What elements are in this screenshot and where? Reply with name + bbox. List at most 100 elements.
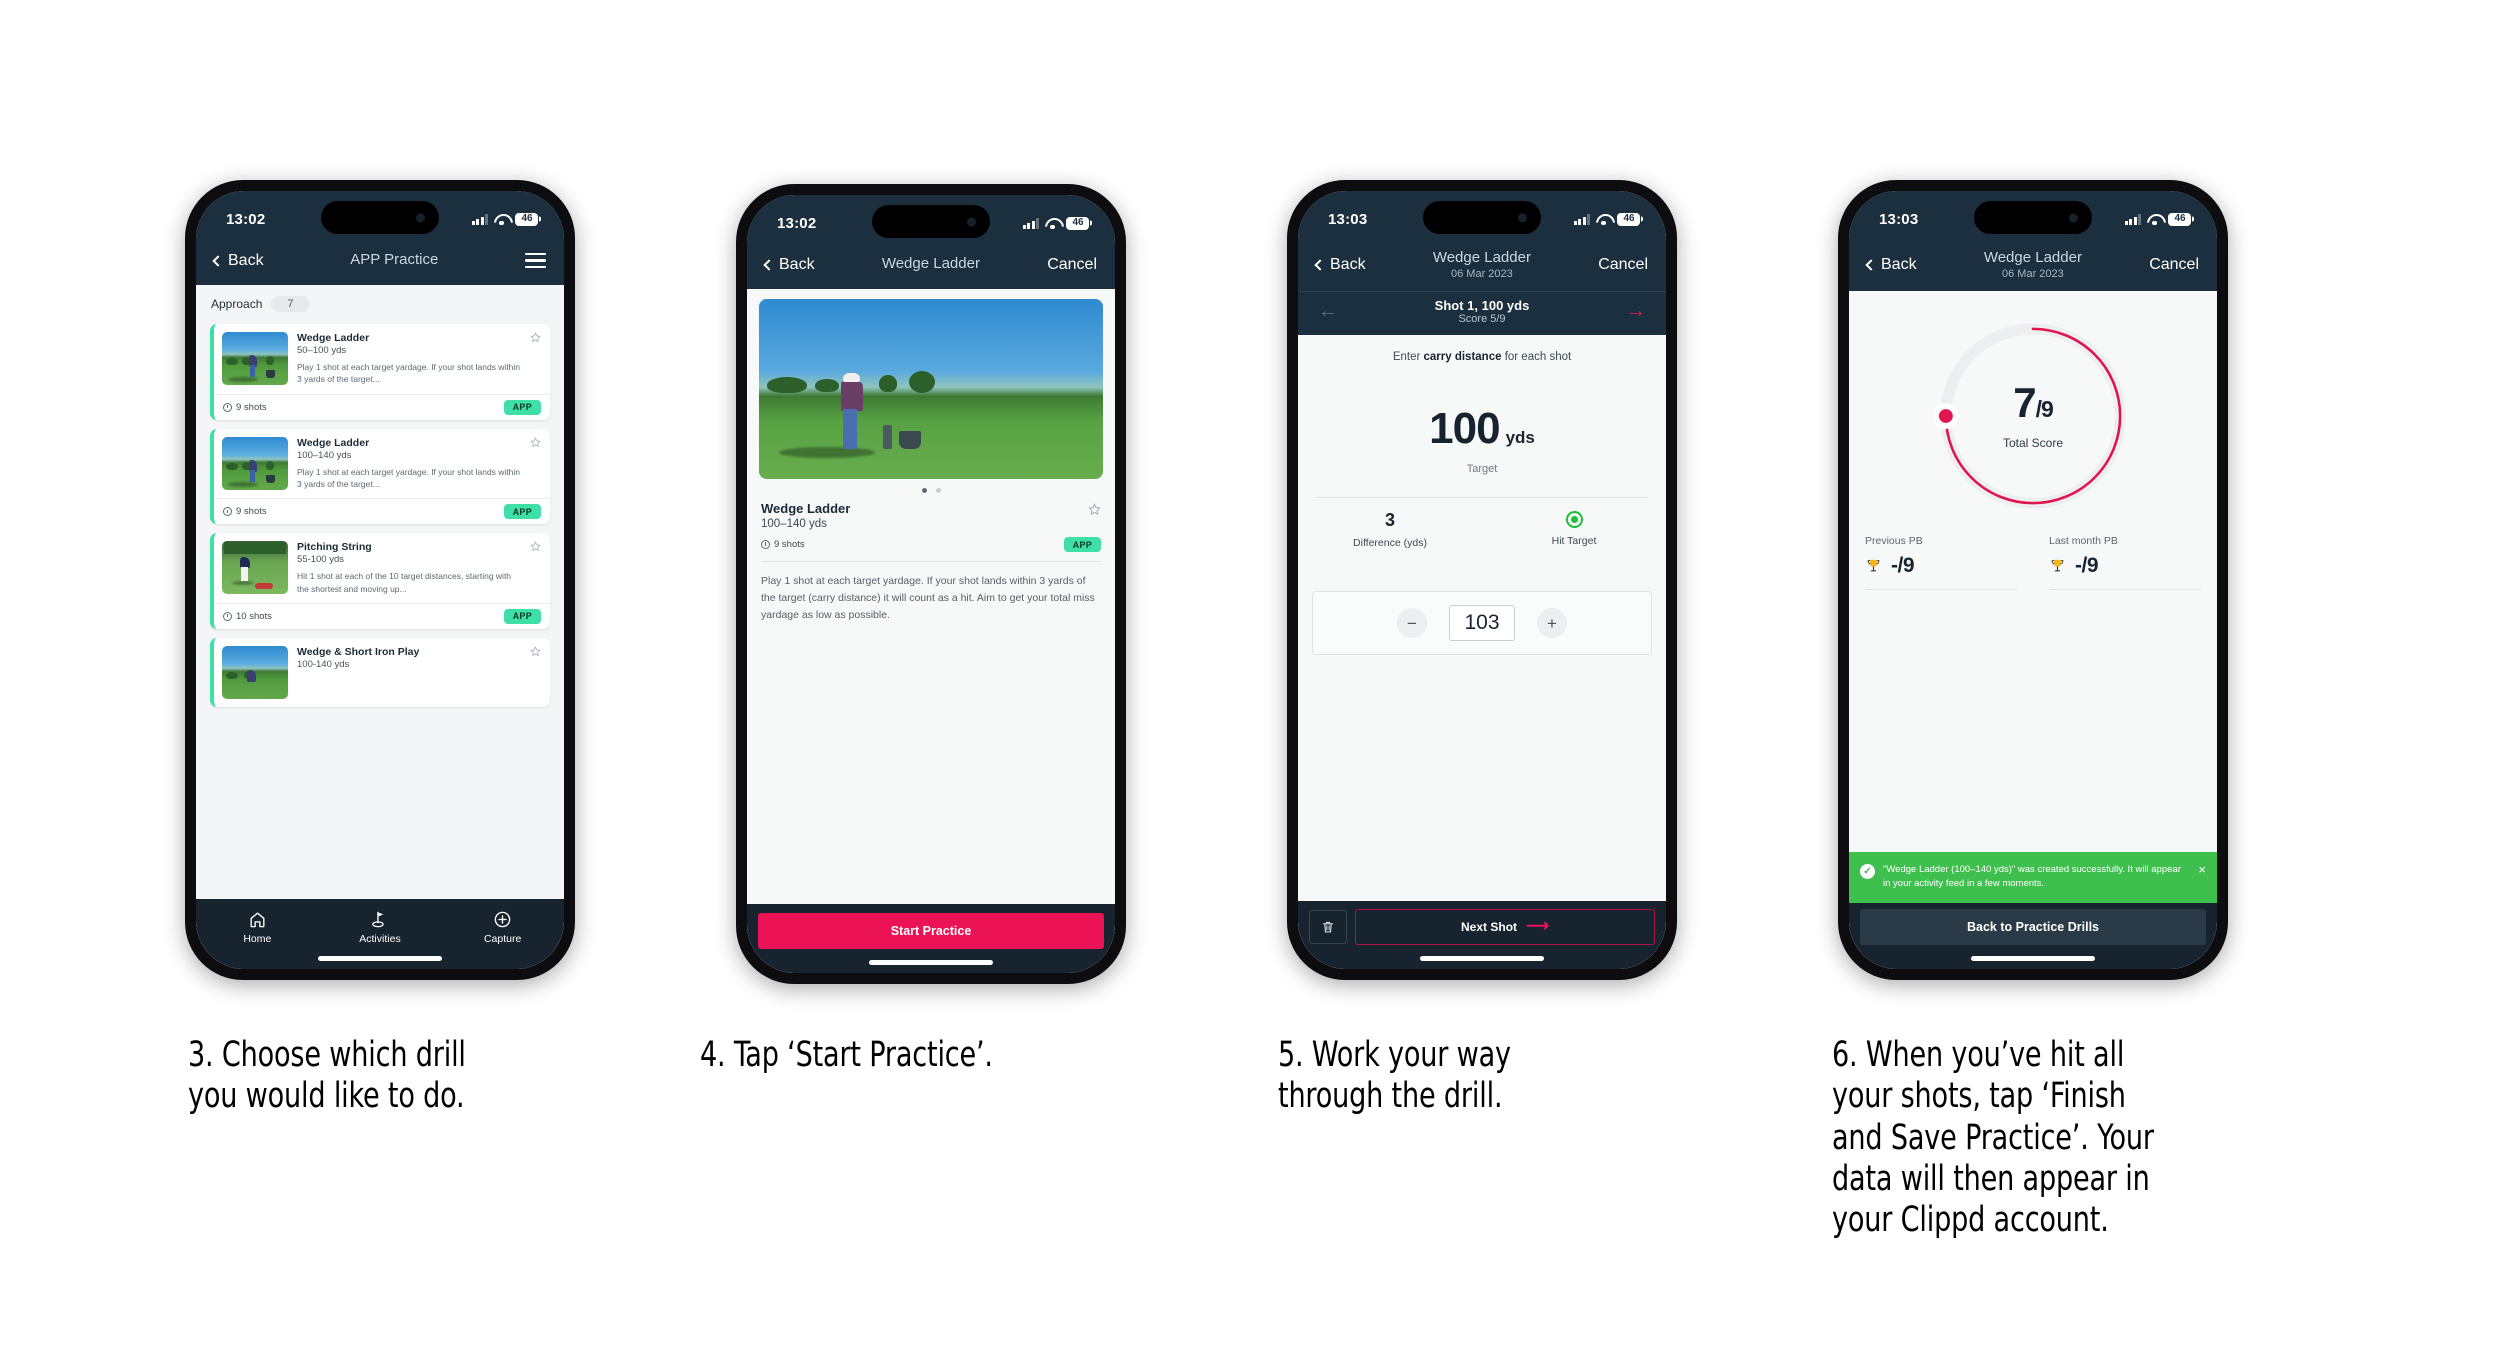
shot-count: 10 shots [223,611,272,622]
menu-button[interactable] [525,252,546,269]
carousel-dot[interactable] [935,488,941,493]
close-icon[interactable]: × [2198,863,2206,876]
home-indicator [869,960,993,965]
drill-hero-image[interactable] [759,299,1103,479]
target-value: 100 [1429,403,1500,453]
tab-capture[interactable]: Capture [442,910,563,945]
carousel-dots[interactable] [747,479,1115,501]
battery-icon: 46 [1066,216,1089,230]
wifi-icon [494,214,509,226]
page-subtitle: 06 Mar 2023 [2002,267,2064,280]
chevron-left-icon [1865,259,1877,271]
shot-count-label: 9 shots [236,401,267,413]
toast-message: "Wedge Ladder (100–140 yds)" was created… [1883,863,2181,889]
nav-bar: Back APP Practice [196,241,564,285]
start-practice-button[interactable]: Start Practice [758,913,1104,949]
drill-card[interactable]: Pitching String 55-100 yds Hit 1 shot at… [210,533,550,629]
phone-4-results: 13:03 46 Back Wedge Ladder 06 Mar 2023 C… [1838,180,2228,980]
caption-step-6: 6. When you’ve hit all your shots, tap ‘… [1832,1035,2154,1241]
shot-stats: 3 Difference (yds) Hit Target [1298,498,1666,550]
nav-bar: Back Wedge Ladder 06 Mar 2023 Cancel [1849,241,2217,291]
favourite-star-icon[interactable] [1088,503,1101,516]
drill-card[interactable]: Wedge & Short Iron Play 100-140 yds [210,637,550,707]
tab-label: Activities [359,933,401,945]
page-title-text: Wedge Ladder [1983,249,2082,266]
delete-shot-button[interactable] [1309,910,1347,944]
drill-description: Play 1 shot at each target yardage. If y… [297,466,521,489]
section-count-chip[interactable]: 7 [271,296,310,312]
carousel-dot-active[interactable] [921,488,927,493]
battery-icon: 46 [515,212,538,226]
golf-flag-icon [372,911,385,928]
wifi-icon [1045,218,1060,230]
cancel-button[interactable]: Cancel [2149,256,2199,274]
home-indicator [1971,956,2095,961]
caption-step-4: 4. Tap ‘Start Practice’. [700,1035,993,1075]
favourite-star-icon[interactable] [530,541,541,552]
trophy-icon [1867,559,1880,572]
shot-count-label: 9 shots [236,506,267,518]
cancel-button[interactable]: Cancel [1047,256,1097,274]
back-button[interactable]: Back [1865,256,1917,274]
drill-thumbnail [222,436,288,490]
wifi-icon [1596,214,1611,226]
phone-1-drill-list: 13:02 46 Back APP Practice Approach 7 We… [185,180,575,980]
section-header: Approach 7 [196,285,564,319]
phone-3-shot-entry: 13:03 46 Back Wedge Ladder 06 Mar 2023 C… [1287,180,1677,980]
favourite-star-icon[interactable] [530,436,541,448]
drill-list-screen: Approach 7 Wedge Ladder 50–100 yds Play … [196,285,564,969]
back-button[interactable]: Back [763,256,815,274]
front-camera-icon [1518,213,1527,222]
shot-navigator: ← Shot 1, 100 yds Score 5/9 → [1298,290,1666,335]
page-title: Wedge Ladder 06 Mar 2023 [1917,249,2150,282]
drill-card[interactable]: Wedge Ladder 50–100 yds Play 1 shot at e… [210,324,550,420]
hit-target-label: Hit Target [1551,534,1597,547]
decrement-button[interactable]: − [1397,608,1427,639]
difference-value: 3 [1384,509,1395,530]
home-indicator [318,956,442,961]
last-month-pb-label: Last month PB [2049,534,2118,547]
drill-yardage: 100-140 yds [297,658,350,670]
drill-yardage: 55-100 yds [297,554,345,566]
home-icon [250,912,265,928]
next-shot-arrow-icon[interactable]: → [1626,301,1646,321]
previous-shot-arrow-icon[interactable]: ← [1318,301,1338,321]
cellular-signal-icon [1022,217,1039,229]
back-to-practice-drills-button[interactable]: Back to Practice Drills [1860,909,2206,945]
stat-difference: 3 Difference (yds) [1298,509,1482,550]
tab-home[interactable]: Home [197,910,318,945]
back-label: Back [1330,256,1366,274]
carry-distance-stepper: − 103 + [1312,591,1652,656]
shot-count: 9 shots [761,539,805,550]
increment-button[interactable]: + [1537,608,1567,639]
clock-icon [761,540,770,549]
back-button[interactable]: Back [212,252,264,270]
drill-description: Play 1 shot at each target yardage. If y… [297,362,521,385]
last-month-pb-value: -/9 [2075,553,2099,577]
score-denominator: 9 [2040,395,2054,422]
category-badge: APP [503,399,541,415]
drill-thumbnail [222,332,288,385]
favourite-star-icon[interactable] [530,332,541,343]
status-time: 13:03 [1328,210,1368,228]
status-time: 13:03 [1879,210,1919,228]
favourite-star-icon[interactable] [530,646,541,657]
previous-pb-value: -/9 [1891,553,1915,577]
score-numerator: 7 [2013,378,2036,426]
drill-title: Wedge Ladder [297,332,370,344]
back-button[interactable]: Back [1314,256,1366,274]
chevron-left-icon [212,254,224,267]
gauge-center-text: 7/9 Total Score [1934,317,2132,515]
score-label: Score 5/9 [1458,312,1506,325]
entry-prompt: Enter carry distance for each shot [1298,335,1666,363]
status-time: 13:02 [777,214,817,232]
tab-activities[interactable]: Activities [319,910,440,945]
carry-distance-input[interactable]: 103 [1449,605,1515,642]
cancel-button[interactable]: Cancel [1598,256,1648,274]
next-shot-button[interactable]: Next Shot ⟶ [1355,909,1655,945]
target-caption: Target [1466,462,1498,475]
personal-bests: Previous PB -/9 Last month PB -/9 [1849,515,2217,590]
home-indicator [1420,956,1544,961]
target-display: 100 yds Target [1298,363,1666,475]
drill-card[interactable]: Wedge Ladder 100–140 yds Play 1 shot at … [210,428,550,525]
